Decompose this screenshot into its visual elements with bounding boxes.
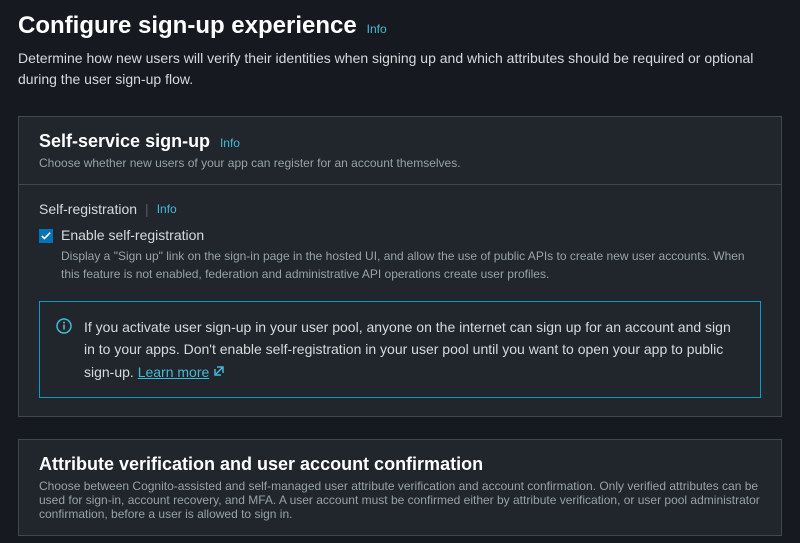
attribute-verification-header: Attribute verification and user account … — [19, 440, 781, 535]
page-header: Configure sign-up experience Info Determ… — [18, 12, 782, 90]
self-registration-info-link[interactable]: Info — [157, 202, 177, 216]
divider: | — [145, 201, 149, 217]
page-subtitle: Determine how new users will verify thei… — [18, 48, 758, 90]
enable-self-registration-help: Display a "Sign up" link on the sign-in … — [61, 247, 761, 283]
enable-self-registration-label[interactable]: Enable self-registration — [61, 227, 204, 243]
attribute-verification-title: Attribute verification and user account … — [39, 454, 483, 474]
enable-self-registration-row: Enable self-registration — [39, 227, 761, 243]
self-registration-label-row: Self-registration | Info — [39, 201, 761, 217]
attribute-verification-panel: Attribute verification and user account … — [18, 439, 782, 536]
external-link-icon — [213, 361, 225, 383]
self-registration-info-alert: If you activate user sign-up in your use… — [39, 301, 761, 398]
page-title: Configure sign-up experience — [18, 12, 357, 39]
self-service-title: Self-service sign-up — [39, 131, 210, 151]
enable-self-registration-checkbox[interactable] — [39, 229, 53, 243]
learn-more-link[interactable]: Learn more — [138, 361, 226, 383]
check-icon — [41, 231, 51, 241]
info-icon — [56, 318, 72, 337]
page-info-link[interactable]: Info — [367, 22, 387, 36]
self-service-panel: Self-service sign-up Info Choose whether… — [18, 116, 782, 417]
self-service-body: Self-registration | Info Enable self-reg… — [19, 185, 781, 416]
self-service-info-link[interactable]: Info — [220, 136, 240, 150]
learn-more-label: Learn more — [138, 361, 210, 383]
self-service-header: Self-service sign-up Info Choose whether… — [19, 117, 781, 185]
attribute-verification-desc: Choose between Cognito-assisted and self… — [39, 479, 761, 521]
alert-text: If you activate user sign-up in your use… — [84, 316, 744, 383]
self-service-desc: Choose whether new users of your app can… — [39, 156, 761, 170]
self-registration-label: Self-registration — [39, 201, 137, 217]
